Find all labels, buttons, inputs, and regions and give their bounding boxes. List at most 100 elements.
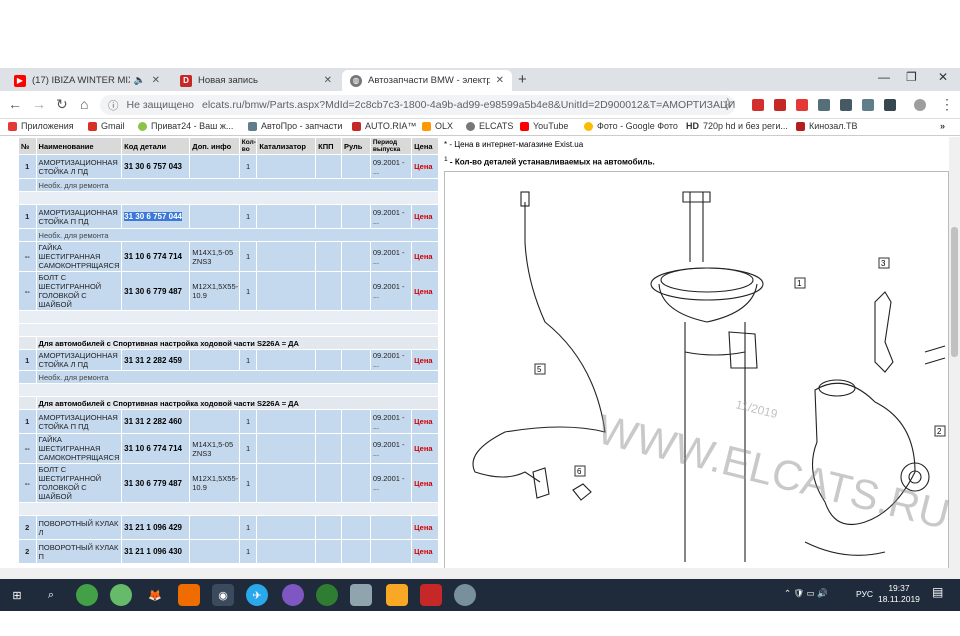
parts-diagram[interactable]: 1 2 3 5 6 WWW.ELCATS.RU 11/2019	[444, 171, 954, 571]
back-icon[interactable]: ←	[8, 96, 22, 112]
scroll-thumb[interactable]	[951, 227, 958, 357]
part-row: -- БОЛТ С ШЕСТИГРАННОЙ ГОЛОВКОЙ С ШАЙБОЙ 3…	[18, 271, 439, 311]
vertical-scrollbar[interactable]	[949, 137, 960, 579]
chrome-icon[interactable]: ◉	[212, 584, 234, 606]
callout-3-label[interactable]: 3	[881, 259, 886, 268]
price-link[interactable]: Цена	[411, 515, 439, 540]
part-catalyst	[256, 463, 317, 503]
extension-icon[interactable]	[774, 99, 786, 111]
price-link[interactable]: Цена	[411, 409, 439, 434]
price-link[interactable]: Цена	[411, 539, 439, 564]
part-info: M14X1,5-05 ZNS3	[189, 433, 240, 464]
forward-icon[interactable]: →	[32, 96, 46, 112]
part-code[interactable]: 31 10 6 774 714	[121, 241, 191, 272]
horizontal-scrollbar[interactable]	[0, 568, 949, 579]
price-link[interactable]: Цена	[411, 154, 439, 179]
callout-5-label[interactable]: 5	[537, 365, 542, 374]
menu-icon[interactable]: ⋮	[940, 96, 954, 113]
part-num: --	[18, 241, 37, 272]
bookmark-avtopro[interactable]: АвтоПро - запчасти	[248, 121, 342, 131]
bookmark-autoria[interactable]: AUTO.RIA™	[352, 121, 416, 131]
language-indicator[interactable]: РУС	[856, 589, 873, 600]
folder-icon[interactable]	[386, 584, 408, 606]
bookmark-kinozal[interactable]: Кинозал.ТВ	[796, 121, 858, 131]
part-row: 1 АМОРТИЗАЦИОННАЯ СТОЙКА П ПД 31 30 6 757 …	[18, 204, 439, 229]
part-row: 1 АМОРТИЗАЦИОННАЯ СТОЙКА П ПД 31 31 2 282 …	[18, 409, 439, 434]
bookmark-720p[interactable]: HD 720p hd и без реги...	[686, 121, 788, 131]
part-period: 09.2001 - ...	[369, 409, 413, 434]
price-link[interactable]: Цена	[411, 349, 439, 371]
part-code[interactable]: 31 30 6 757 044	[121, 204, 191, 229]
bookmark-privat24[interactable]: Приват24 - Ваш ж...	[138, 121, 233, 131]
close-tab-icon[interactable]: ✕	[152, 75, 160, 86]
clock[interactable]: 19:37 18.11.2019	[878, 583, 920, 605]
bookmark-gmail[interactable]: Gmail	[88, 121, 125, 131]
app-icon[interactable]	[110, 584, 132, 606]
home-icon[interactable]: ⌂	[80, 96, 88, 112]
restore-icon[interactable]: ❐	[906, 70, 917, 84]
address-bar[interactable]: ⓘ Не защищено elcats.ru/bmw/Parts.aspx?M…	[100, 95, 735, 115]
bookmark-youtube[interactable]: YouTube	[520, 121, 568, 131]
part-code[interactable]: 31 30 6 779 487	[121, 463, 191, 503]
part-period	[369, 539, 413, 564]
close-tab-icon[interactable]: ✕	[324, 75, 332, 86]
profile-avatar[interactable]	[914, 99, 926, 111]
part-code[interactable]: 31 31 2 282 459	[121, 349, 191, 371]
callout-1-label[interactable]: 1	[797, 279, 802, 288]
price-link[interactable]: Цена	[411, 204, 439, 229]
watermark: WWW.ELCATS.RU	[593, 405, 950, 538]
part-code[interactable]: 31 21 1 096 429	[121, 515, 191, 540]
app-icon[interactable]	[316, 584, 338, 606]
viber-icon[interactable]	[282, 584, 304, 606]
close-window-icon[interactable]: ✕	[938, 70, 948, 84]
bookmark-apps[interactable]: Приложения	[8, 121, 74, 131]
callout-2-label[interactable]: 2	[937, 427, 942, 436]
extension-icon[interactable]	[818, 99, 830, 111]
app-icon[interactable]	[454, 584, 476, 606]
telegram-icon[interactable]: ✈	[246, 584, 268, 606]
speaker-icon[interactable]: 🔈	[134, 75, 146, 86]
part-code[interactable]: 31 10 6 774 714	[121, 433, 191, 464]
part-code[interactable]: 31 21 1 096 430	[121, 539, 191, 564]
bookmark-elcats[interactable]: ELCATS	[466, 121, 513, 131]
star-icon[interactable]: ☆	[722, 95, 734, 111]
part-steering	[340, 271, 371, 311]
more-bookmarks-icon[interactable]: »	[940, 121, 945, 131]
windows-start-icon[interactable]: ⊞	[6, 584, 28, 606]
price-link[interactable]: Цена	[411, 433, 439, 464]
price-link[interactable]: Цена	[411, 271, 439, 311]
part-name: АМОРТИЗАЦИОННАЯ СТОЙКА П ПД	[35, 409, 123, 434]
tray-icons[interactable]: ⌃ 🛡 ▭ 🔊	[784, 588, 828, 599]
notifications-icon[interactable]: ▤	[932, 586, 943, 598]
url-text[interactable]: elcats.ru/bmw/Parts.aspx?MdId=2c8cb7c3-1…	[202, 99, 735, 111]
tab-elcats[interactable]: ◍ Автозапчасти BMW - электрон ✕	[342, 70, 512, 91]
not-secure-icon[interactable]: ⓘ	[108, 98, 119, 113]
price-link[interactable]: Цена	[411, 241, 439, 272]
reload-icon[interactable]: ↻	[56, 96, 68, 113]
extension-icon[interactable]	[840, 99, 852, 111]
callout-6-label[interactable]: 6	[577, 467, 582, 476]
tab-new-post[interactable]: D Новая запись ✕	[172, 70, 340, 91]
search-icon[interactable]: ⌕	[40, 584, 62, 606]
part-row: -- БОЛТ С ШЕСТИГРАННОЙ ГОЛОВКОЙ С ШАЙБОЙ 3…	[18, 463, 439, 503]
fox-icon[interactable]: 🦊	[144, 584, 166, 606]
security-label[interactable]: Не защищено	[127, 99, 195, 111]
ccleaner-icon[interactable]	[178, 584, 200, 606]
minimize-icon[interactable]: —	[878, 70, 890, 84]
part-code[interactable]: 31 30 6 757 043	[121, 154, 191, 179]
extension-icon[interactable]	[884, 99, 896, 111]
extension-icon[interactable]	[796, 99, 808, 111]
extension-icon[interactable]	[862, 99, 874, 111]
bookmark-google-photos[interactable]: Фото - Google Фото	[584, 121, 678, 131]
monitor-icon[interactable]	[350, 584, 372, 606]
extension-icon[interactable]	[752, 99, 764, 111]
part-code[interactable]: 31 30 6 779 487	[121, 271, 191, 311]
new-tab-button[interactable]: +	[518, 71, 527, 88]
part-code[interactable]: 31 31 2 282 460	[121, 409, 191, 434]
price-link[interactable]: Цена	[411, 463, 439, 503]
app-icon[interactable]	[76, 584, 98, 606]
tab-youtube[interactable]: ▶ (17) IBIZA WINTER MIX 2019 🔈 ✕	[6, 70, 168, 91]
bookmark-olx[interactable]: OLX	[422, 121, 453, 131]
app-icon[interactable]	[420, 584, 442, 606]
close-tab-icon[interactable]: ✕	[496, 75, 504, 86]
